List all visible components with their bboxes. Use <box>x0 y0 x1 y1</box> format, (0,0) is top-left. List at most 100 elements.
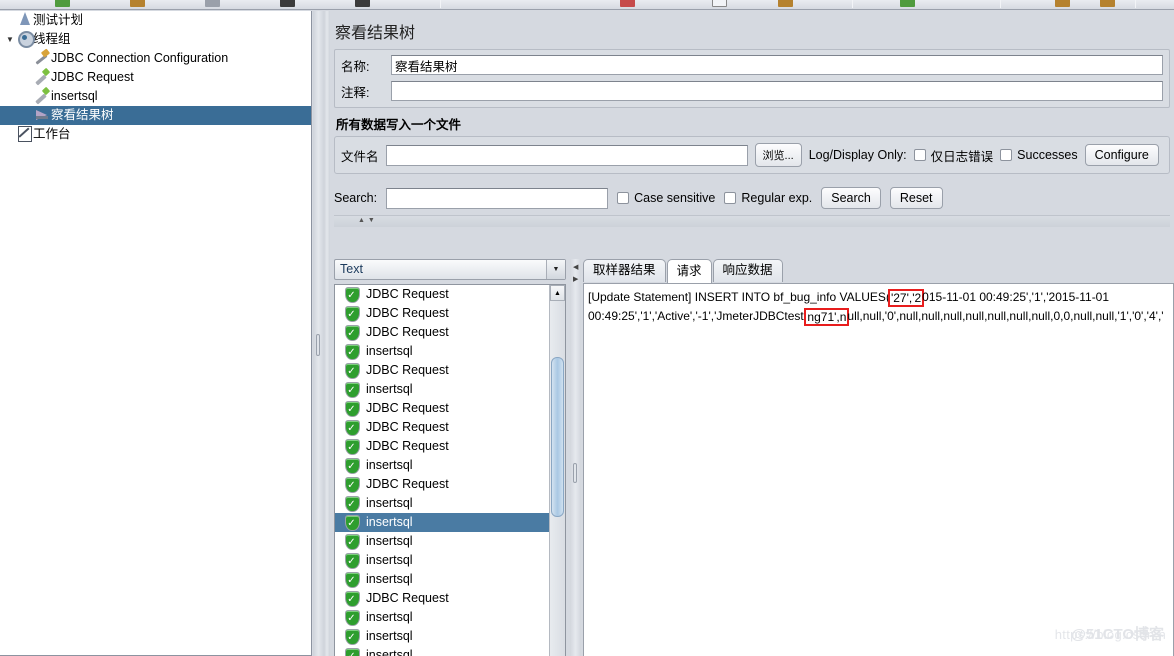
start-icon[interactable] <box>900 0 915 7</box>
tree-item-test-plan[interactable]: 测试计划 <box>0 11 311 30</box>
sample-list-scrollbar[interactable]: ▲ <box>549 285 565 656</box>
gear-icon <box>16 30 35 48</box>
list-item[interactable]: JDBC Request <box>335 285 565 305</box>
tree-item-jdbc-connection-configuration[interactable]: JDBC Connection Configuration <box>0 49 311 68</box>
expand-icon[interactable] <box>712 0 727 7</box>
tree-item-view-results-tree[interactable]: 察看结果树 <box>0 106 311 125</box>
tree-item-jdbc-request[interactable]: JDBC Request <box>0 68 311 87</box>
list-item[interactable]: insertsql <box>335 627 565 647</box>
list-item[interactable]: insertsql <box>335 342 565 362</box>
list-item[interactable]: insertsql <box>335 551 565 571</box>
test-plan-tree[interactable]: 测试计划 ▼ 线程组 JDBC Connection Configuration … <box>0 11 312 656</box>
scrollbar-thumb[interactable] <box>551 357 564 517</box>
list-item[interactable]: insertsql <box>335 494 565 514</box>
success-shield-icon <box>345 514 360 533</box>
errors-only-checkbox-wrap[interactable]: 仅日志错误 <box>913 146 993 165</box>
horizontal-splitter[interactable]: ▲▼ <box>334 215 1170 227</box>
successes-checkbox-wrap[interactable]: Successes <box>1000 148 1078 162</box>
detail-tabs: 取样器结果 请求 响应数据 <box>583 259 1174 284</box>
successes-checkbox[interactable] <box>1000 149 1013 161</box>
name-row: 名称: <box>341 55 1163 75</box>
run-icon[interactable] <box>55 0 70 7</box>
success-shield-icon <box>345 647 360 656</box>
name-label: 名称: <box>341 59 370 74</box>
list-item[interactable]: JDBC Request <box>335 437 565 457</box>
tree-item-workbench[interactable]: 工作台 <box>0 125 311 144</box>
sample-result-rows: JDBC Request JDBC Request JDBC Request inse… <box>335 285 565 656</box>
list-item-label: insertsql <box>366 610 413 624</box>
tree-twisty-expanded[interactable]: ▼ <box>4 30 16 49</box>
list-item[interactable]: JDBC Request <box>335 418 565 438</box>
splitter-left-arrow-icon[interactable]: ◀ <box>573 263 578 271</box>
splitter-grip[interactable] <box>573 463 577 483</box>
list-item[interactable]: JDBC Request <box>335 475 565 495</box>
splitter-arrows-icon[interactable]: ▲▼ <box>358 217 378 224</box>
tab-label: 请求 <box>676 264 702 278</box>
sql-line-2: 00:49:25','1','Active','-1','JmeterJDBCt… <box>588 307 1171 326</box>
request-content[interactable]: [Update Statement] INSERT INTO bf_bug_in… <box>583 283 1174 656</box>
sql-line-1-text-tail: 015-11-01 00:49:25','1','2015-11-01 <box>922 290 1110 304</box>
tab-sampler-result[interactable]: 取样器结果 <box>583 259 666 282</box>
tree-item-insertsql[interactable]: insertsql <box>0 87 311 106</box>
sql-line-2-text-tail: ull,null,'0',null,null,null,null,null,nu… <box>847 309 1164 323</box>
list-item[interactable]: JDBC Request <box>335 361 565 381</box>
list-item[interactable]: JDBC Request <box>335 589 565 609</box>
name-input[interactable] <box>391 55 1163 75</box>
splitter-right-arrow-icon[interactable]: ▶ <box>573 275 578 283</box>
result-tree-icon <box>34 106 51 122</box>
list-item[interactable]: insertsql <box>335 513 565 533</box>
splitter-grip[interactable] <box>316 333 320 356</box>
folder-open-icon[interactable] <box>130 0 145 7</box>
reset-button[interactable]: Reset <box>889 187 943 209</box>
list-item[interactable]: insertsql <box>335 456 565 476</box>
configure-button[interactable]: Configure <box>1084 144 1159 166</box>
case-sensitive-checkbox-wrap[interactable]: Case sensitive <box>617 191 715 205</box>
success-shield-icon <box>345 495 360 514</box>
stop-icon[interactable] <box>1100 0 1115 7</box>
list-item[interactable]: JDBC Request <box>335 323 565 343</box>
errors-only-checkbox[interactable] <box>913 149 926 161</box>
success-shield-icon <box>345 286 360 305</box>
success-shield-icon <box>345 381 360 400</box>
collapse-icon[interactable] <box>778 0 793 7</box>
tab-response-data[interactable]: 响应数据 <box>712 259 783 282</box>
comment-input[interactable] <box>391 81 1163 101</box>
list-item[interactable]: insertsql <box>335 608 565 628</box>
sample-result-list[interactable]: JDBC Request JDBC Request JDBC Request inse… <box>334 284 566 656</box>
cut-icon[interactable] <box>280 0 295 7</box>
tree-main-splitter[interactable] <box>313 11 324 656</box>
list-item[interactable]: insertsql <box>335 646 565 656</box>
tree-item-label: 线程组 <box>33 32 71 47</box>
copy-icon[interactable] <box>355 0 370 7</box>
search-input[interactable] <box>386 187 609 209</box>
success-shield-icon <box>345 628 360 647</box>
list-item-label: insertsql <box>366 553 413 567</box>
list-item[interactable]: insertsql <box>335 380 565 400</box>
list-item[interactable]: insertsql <box>335 532 565 552</box>
list-item-label: insertsql <box>366 344 413 358</box>
browse-button[interactable]: 浏览... <box>754 143 802 167</box>
list-detail-splitter[interactable]: ◀ ▶ <box>570 259 581 656</box>
chevron-down-icon[interactable]: ▼ <box>546 260 565 279</box>
list-item-label: insertsql <box>366 629 413 643</box>
case-sensitive-checkbox[interactable] <box>617 192 630 204</box>
success-shield-icon <box>345 400 360 419</box>
success-shield-icon <box>345 362 360 381</box>
list-item-label: JDBC Request <box>366 420 449 434</box>
regular-exp-checkbox-wrap[interactable]: Regular exp. <box>724 191 812 205</box>
save-icon[interactable] <box>205 0 220 7</box>
renderer-select[interactable]: Text ▼ <box>334 259 566 280</box>
search-button[interactable]: Search <box>821 187 881 209</box>
list-item[interactable]: insertsql <box>335 570 565 590</box>
clear-icon[interactable] <box>620 0 635 7</box>
list-item[interactable]: JDBC Request <box>335 399 565 419</box>
tab-request[interactable]: 请求 <box>666 259 712 284</box>
list-item[interactable]: JDBC Request <box>335 304 565 324</box>
list-item-label: insertsql <box>366 534 413 548</box>
regular-exp-checkbox[interactable] <box>724 192 737 204</box>
case-sensitive-label: Case sensitive <box>634 191 716 205</box>
filename-input[interactable] <box>385 144 748 166</box>
remote-start-icon[interactable] <box>1055 0 1070 7</box>
scroll-up-button[interactable]: ▲ <box>550 285 565 301</box>
tree-item-thread-group[interactable]: ▼ 线程组 <box>0 30 311 49</box>
